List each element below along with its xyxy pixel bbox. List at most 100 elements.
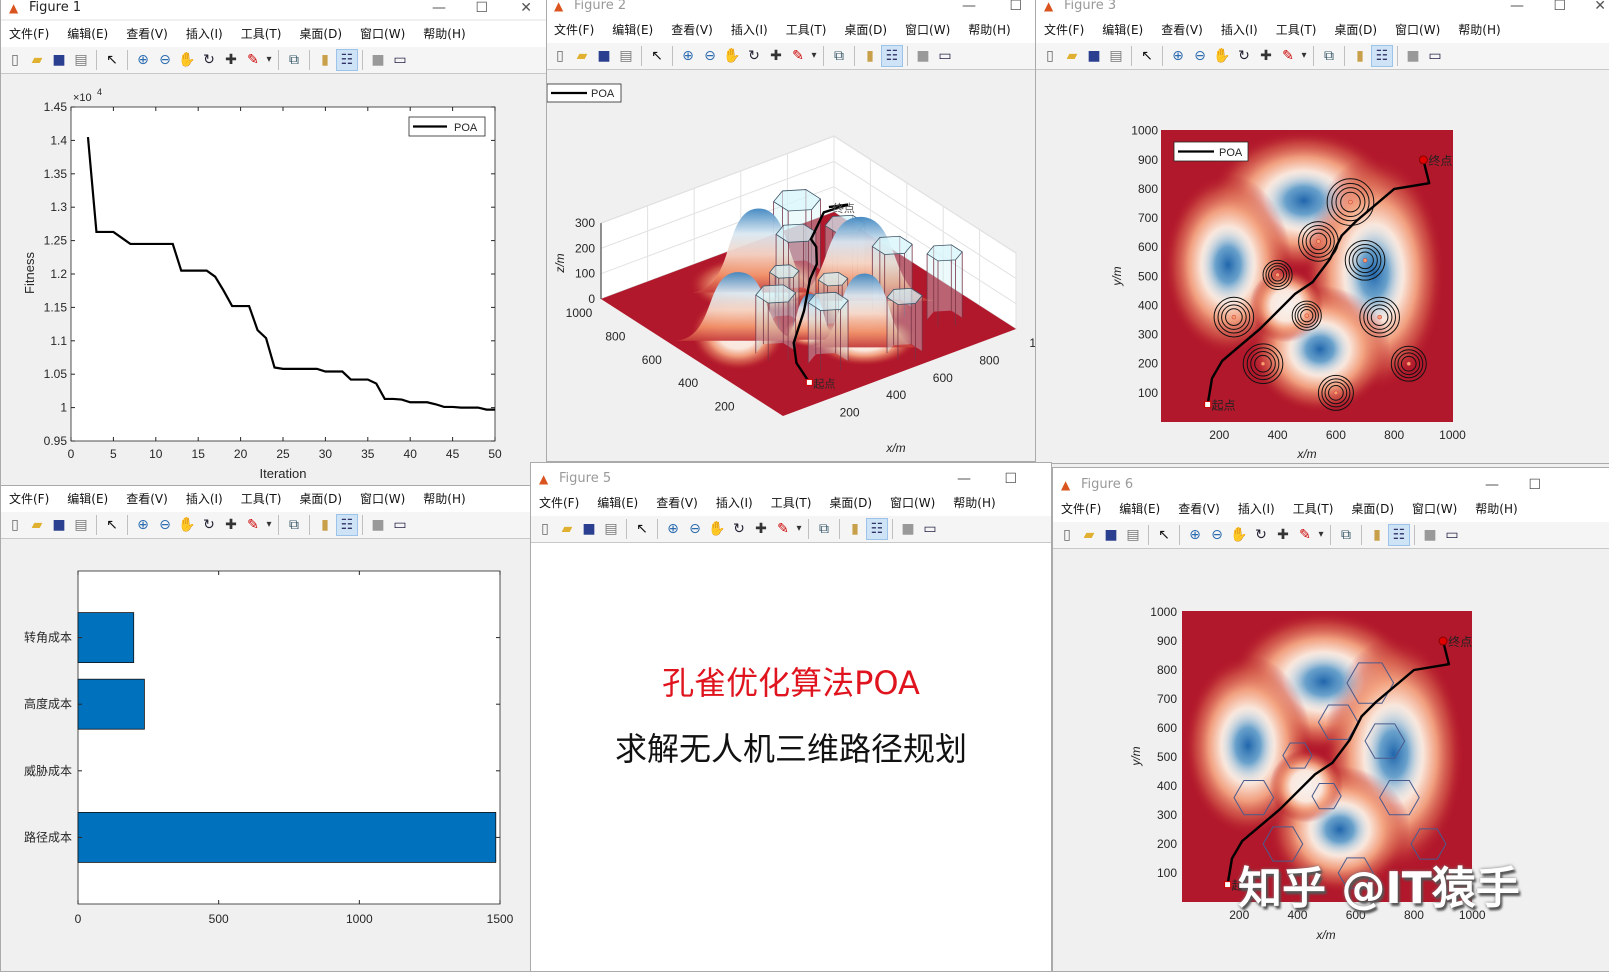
menu-item[interactable]: 桌面(D) bbox=[299, 486, 342, 512]
hide-plot-tools-icon[interactable]: ■ bbox=[898, 519, 918, 539]
menu-item[interactable]: 查看(V) bbox=[656, 490, 698, 516]
menu-item[interactable]: 查看(V) bbox=[671, 17, 713, 43]
zoom-out-icon[interactable]: ⊖ bbox=[155, 50, 175, 70]
menu-item[interactable]: 插入(I) bbox=[1238, 496, 1275, 522]
menu-item[interactable]: 编辑(E) bbox=[67, 486, 108, 512]
menu-item[interactable]: 插入(I) bbox=[186, 486, 223, 512]
menu-item[interactable]: 窗口(W) bbox=[905, 17, 950, 43]
menu-item[interactable]: 桌面(D) bbox=[299, 21, 342, 47]
rotate-3d-icon[interactable]: ↻ bbox=[729, 519, 749, 539]
menu-item[interactable]: 文件(F) bbox=[539, 490, 579, 516]
figure4-window[interactable]: 路径成本 威胁成本 高度成本 转角成本 0 500 1000 1500 文件(F) 编辑(E) 查… bbox=[0, 480, 532, 972]
menu-item[interactable]: 编辑(E) bbox=[1102, 17, 1143, 43]
minimize-icon[interactable]: — bbox=[962, 0, 976, 14]
dropdown-arrow-icon[interactable]: ▾ bbox=[1300, 46, 1308, 66]
new-figure-icon[interactable]: ▯ bbox=[5, 50, 25, 70]
menu-item[interactable]: 文件(F) bbox=[9, 486, 49, 512]
open-file-icon[interactable]: ▰ bbox=[27, 515, 47, 535]
link-plot-icon[interactable]: ⧉ bbox=[829, 46, 849, 66]
menu-item[interactable]: 文件(F) bbox=[554, 17, 594, 43]
maximize-icon[interactable]: ☐ bbox=[1553, 0, 1566, 14]
show-plot-tools-icon[interactable]: ▭ bbox=[1425, 46, 1445, 66]
pointer-icon[interactable]: ↖ bbox=[647, 46, 667, 66]
hide-plot-tools-icon[interactable]: ■ bbox=[1403, 46, 1423, 66]
print-icon[interactable]: ▤ bbox=[1123, 525, 1143, 545]
data-cursor-icon[interactable]: ✚ bbox=[221, 50, 241, 70]
link-plot-icon[interactable]: ⧉ bbox=[1319, 46, 1339, 66]
menu-item[interactable]: 帮助(H) bbox=[423, 486, 465, 512]
print-icon[interactable]: ▤ bbox=[1106, 46, 1126, 66]
save-icon[interactable]: ■ bbox=[594, 46, 614, 66]
dropdown-arrow-icon[interactable]: ▾ bbox=[1317, 525, 1325, 545]
new-figure-icon[interactable]: ▯ bbox=[5, 515, 25, 535]
menu-item[interactable]: 查看(V) bbox=[126, 486, 168, 512]
rotate-3d-icon[interactable]: ↻ bbox=[1234, 46, 1254, 66]
minimize-icon[interactable]: — bbox=[1510, 0, 1524, 14]
minimize-icon[interactable]: — bbox=[432, 0, 446, 16]
colorbar-icon[interactable]: ▮ bbox=[315, 50, 335, 70]
open-file-icon[interactable]: ▰ bbox=[1079, 525, 1099, 545]
titlebar[interactable]: ▲ Figure 1 — ☐ ✕ bbox=[1, 0, 546, 19]
menu-item[interactable]: 帮助(H) bbox=[953, 490, 995, 516]
pointer-icon[interactable]: ↖ bbox=[102, 50, 122, 70]
menu-item[interactable]: 查看(V) bbox=[126, 21, 168, 47]
save-icon[interactable]: ■ bbox=[49, 515, 69, 535]
menu-item[interactable]: 工具(T) bbox=[241, 21, 282, 47]
zoom-out-icon[interactable]: ⊖ bbox=[685, 519, 705, 539]
rotate-3d-icon[interactable]: ↻ bbox=[199, 515, 219, 535]
pan-hand-icon[interactable]: ✋ bbox=[707, 519, 727, 539]
menu-item[interactable]: 帮助(H) bbox=[1458, 17, 1500, 43]
colorbar-icon[interactable]: ▮ bbox=[1350, 46, 1370, 66]
save-icon[interactable]: ■ bbox=[579, 519, 599, 539]
show-plot-tools-icon[interactable]: ▭ bbox=[390, 50, 410, 70]
open-file-icon[interactable]: ▰ bbox=[27, 50, 47, 70]
maximize-icon[interactable]: ☐ bbox=[1009, 0, 1022, 14]
brush-icon[interactable]: ✎ bbox=[243, 50, 263, 70]
figure1-window[interactable]: 0 5 10 15 20 25 30 35 40 45 50 0.95 1 1.05 1.1 1.15 1.2 1… bbox=[0, 0, 547, 486]
menu-item[interactable]: 帮助(H) bbox=[968, 17, 1010, 43]
brush-icon[interactable]: ✎ bbox=[243, 515, 263, 535]
legend-icon[interactable]: ☷ bbox=[1371, 45, 1393, 67]
new-figure-icon[interactable]: ▯ bbox=[535, 519, 555, 539]
print-icon[interactable]: ▤ bbox=[616, 46, 636, 66]
show-plot-tools-icon[interactable]: ▭ bbox=[390, 515, 410, 535]
dropdown-arrow-icon[interactable]: ▾ bbox=[265, 50, 273, 70]
pan-hand-icon[interactable]: ✋ bbox=[1229, 525, 1249, 545]
zoom-out-icon[interactable]: ⊖ bbox=[155, 515, 175, 535]
menu-item[interactable]: 桌面(D) bbox=[829, 490, 872, 516]
save-icon[interactable]: ■ bbox=[49, 50, 69, 70]
minimize-icon[interactable]: — bbox=[957, 471, 971, 487]
data-cursor-icon[interactable]: ✚ bbox=[1273, 525, 1293, 545]
menu-item[interactable]: 帮助(H) bbox=[1475, 496, 1517, 522]
figure3-window[interactable]: 起点 终点 200 400 600 800 1000 100 200 300 400 500 600 70… bbox=[1035, 0, 1609, 464]
maximize-icon[interactable]: ☐ bbox=[1004, 471, 1017, 487]
data-cursor-icon[interactable]: ✚ bbox=[766, 46, 786, 66]
pointer-icon[interactable]: ↖ bbox=[632, 519, 652, 539]
close-icon[interactable]: ✕ bbox=[1594, 0, 1606, 14]
open-file-icon[interactable]: ▰ bbox=[557, 519, 577, 539]
zoom-in-icon[interactable]: ⊕ bbox=[133, 50, 153, 70]
menu-item[interactable]: 工具(T) bbox=[786, 17, 827, 43]
menu-item[interactable]: 查看(V) bbox=[1161, 17, 1203, 43]
titlebar[interactable]: ▲ Figure 6 — ☐ bbox=[1053, 468, 1609, 496]
pointer-icon[interactable]: ↖ bbox=[1137, 46, 1157, 66]
save-icon[interactable]: ■ bbox=[1101, 525, 1121, 545]
zoom-in-icon[interactable]: ⊕ bbox=[678, 46, 698, 66]
menu-item[interactable]: 窗口(W) bbox=[1395, 17, 1440, 43]
data-cursor-icon[interactable]: ✚ bbox=[221, 515, 241, 535]
rotate-3d-icon[interactable]: ↻ bbox=[199, 50, 219, 70]
legend-icon[interactable]: ☷ bbox=[336, 514, 358, 536]
hide-plot-tools-icon[interactable]: ■ bbox=[368, 515, 388, 535]
menu-item[interactable]: 插入(I) bbox=[186, 21, 223, 47]
show-plot-tools-icon[interactable]: ▭ bbox=[1442, 525, 1462, 545]
menu-item[interactable]: 插入(I) bbox=[1221, 17, 1258, 43]
legend-icon[interactable]: ☷ bbox=[336, 49, 358, 71]
show-plot-tools-icon[interactable]: ▭ bbox=[935, 46, 955, 66]
minimize-icon[interactable]: — bbox=[1485, 477, 1499, 493]
menu-item[interactable]: 编辑(E) bbox=[67, 21, 108, 47]
menu-item[interactable]: 窗口(W) bbox=[360, 21, 405, 47]
zoom-in-icon[interactable]: ⊕ bbox=[663, 519, 683, 539]
link-plot-icon[interactable]: ⧉ bbox=[814, 519, 834, 539]
print-icon[interactable]: ▤ bbox=[71, 515, 91, 535]
rotate-3d-icon[interactable]: ↻ bbox=[1251, 525, 1271, 545]
